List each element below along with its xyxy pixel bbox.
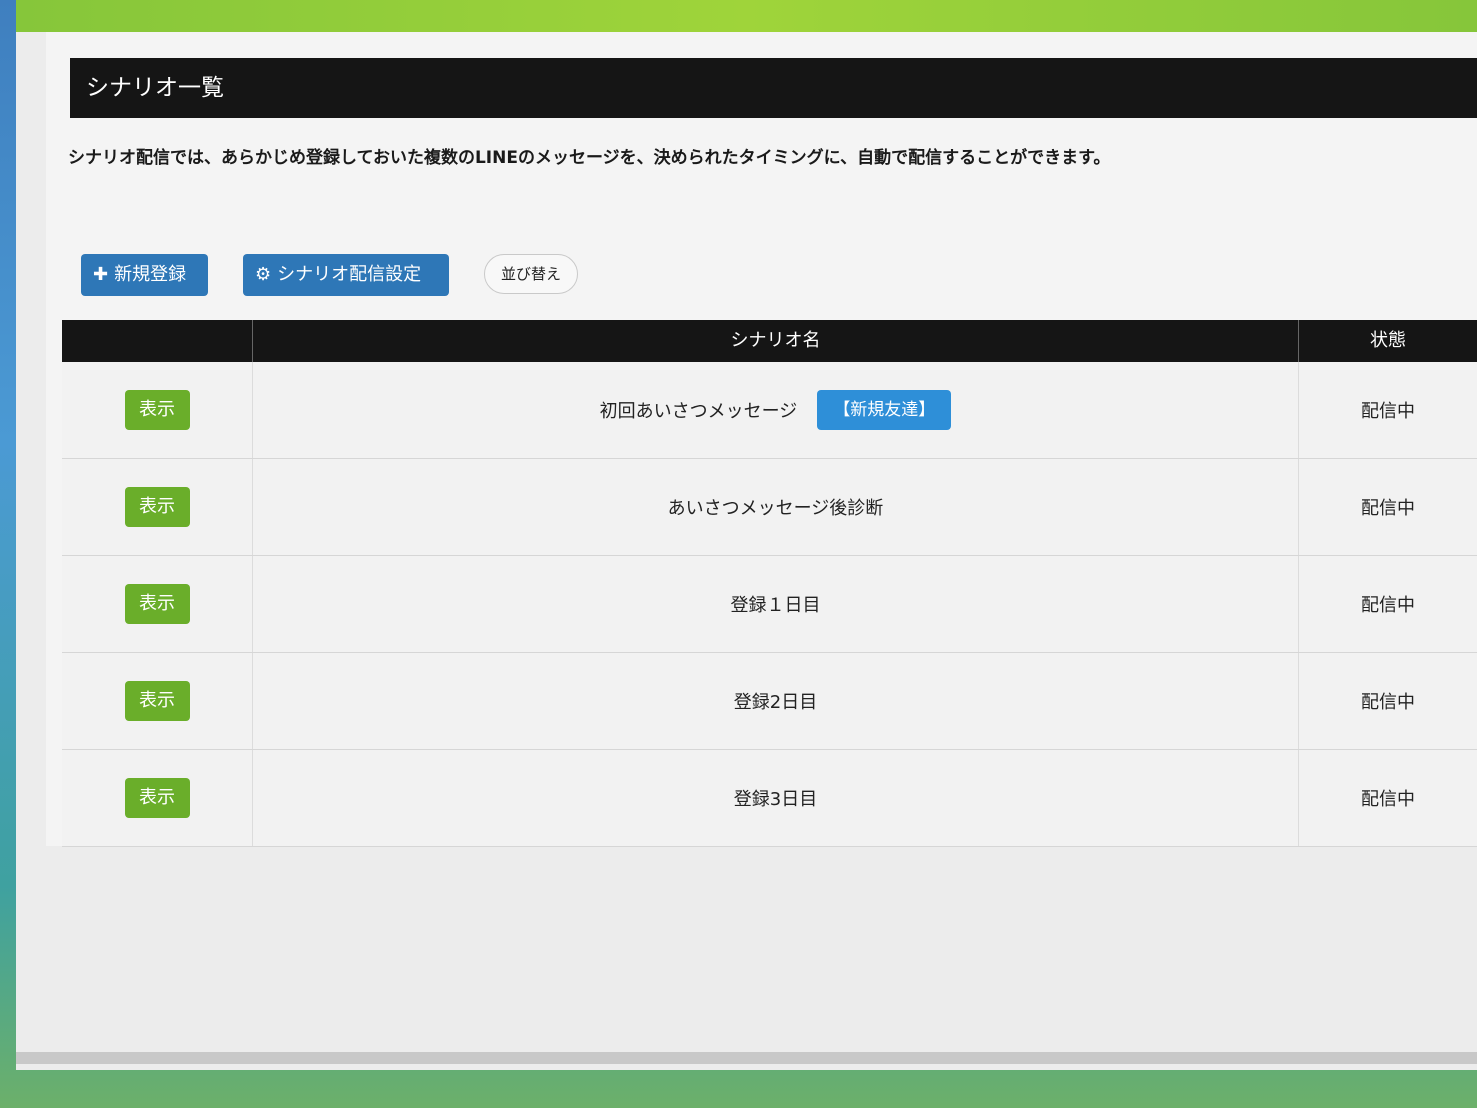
new-button[interactable]: ✚ 新規登録 (81, 254, 208, 296)
new-friend-tag: 【新規友達】 (817, 390, 952, 430)
view-button[interactable]: 表示 (124, 681, 190, 721)
scenario-name[interactable]: 登録3日目 (734, 785, 817, 811)
new-button-label: 新規登録 (114, 264, 187, 285)
table-row: 表示 登録3日目 配信中 (62, 750, 1477, 847)
scenario-settings-label: シナリオ配信設定 (277, 264, 422, 285)
scenario-table: シナリオ名 状態 表示 初回あいさつメッセージ 【新規友達】 配信中 表示 あい… (62, 320, 1477, 847)
view-button[interactable]: 表示 (124, 487, 190, 527)
top-bar (16, 0, 1477, 32)
view-button[interactable]: 表示 (124, 778, 190, 818)
horizontal-scrollbar[interactable] (16, 1052, 1477, 1064)
header-scenario-name: シナリオ名 (253, 320, 1299, 362)
screen: シナリオ一覧 シナリオ配信では、あらかじめ登録しておいた複数のLINEのメッセー… (16, 0, 1477, 1070)
view-button[interactable]: 表示 (124, 584, 190, 624)
scenario-name[interactable]: 登録１日目 (731, 591, 821, 617)
scenario-name[interactable]: 登録2日目 (734, 688, 817, 714)
status-text: 配信中 (1361, 692, 1415, 713)
header-status: 状態 (1370, 330, 1406, 351)
page-title: シナリオ一覧 (70, 58, 1477, 118)
status-text: 配信中 (1361, 401, 1415, 422)
status-text: 配信中 (1361, 498, 1415, 519)
table-header: シナリオ名 状態 (62, 320, 1477, 362)
page-description: シナリオ配信では、あらかじめ登録しておいた複数のLINEのメッセージを、決められ… (68, 148, 1111, 168)
header-action (62, 320, 253, 362)
table-row: 表示 登録１日目 配信中 (62, 556, 1477, 653)
plus-icon: ✚ (93, 264, 109, 285)
sort-button[interactable]: 並び替え (484, 254, 578, 294)
status-text: 配信中 (1361, 789, 1415, 810)
scenario-settings-button[interactable]: ⚙ シナリオ配信設定 (243, 254, 449, 296)
gear-icon: ⚙ (255, 264, 272, 285)
table-row: 表示 初回あいさつメッセージ 【新規友達】 配信中 (62, 362, 1477, 459)
scenario-name[interactable]: 初回あいさつメッセージ (600, 397, 798, 423)
table-row: 表示 あいさつメッセージ後診断 配信中 (62, 459, 1477, 556)
view-button[interactable]: 表示 (124, 390, 190, 430)
status-text: 配信中 (1361, 595, 1415, 616)
table-row: 表示 登録2日目 配信中 (62, 653, 1477, 750)
scenario-name[interactable]: あいさつメッセージ後診断 (668, 494, 884, 520)
